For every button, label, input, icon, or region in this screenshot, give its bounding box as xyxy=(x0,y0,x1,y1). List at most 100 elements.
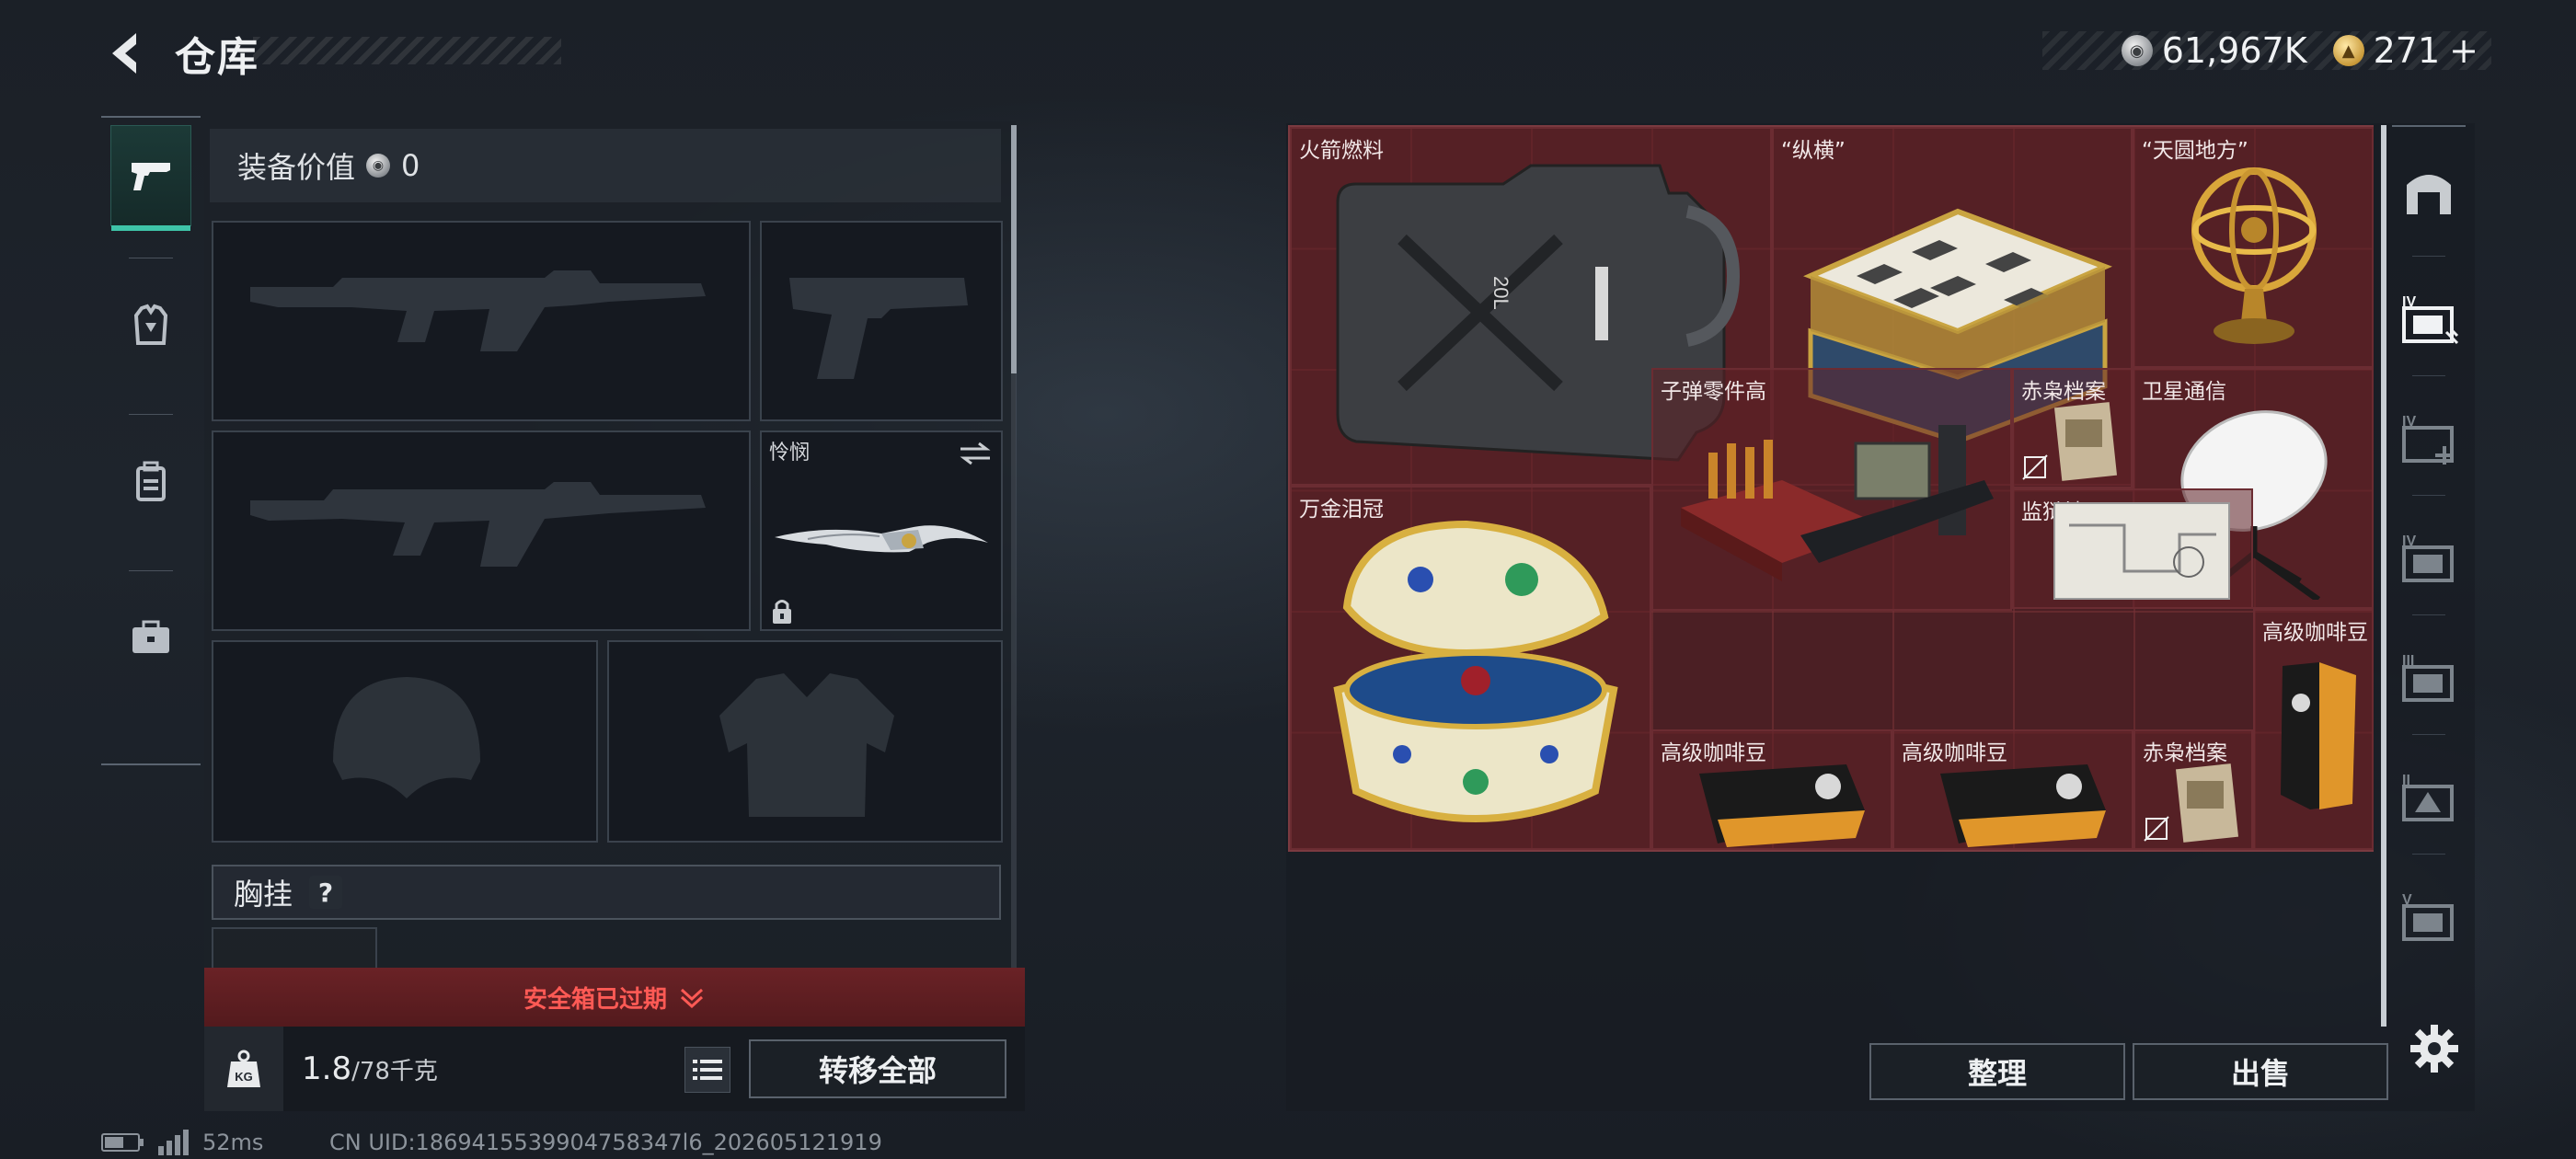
chest-rig-bar[interactable]: 胸挂 ? xyxy=(212,865,1001,920)
tab-case[interactable] xyxy=(110,587,191,688)
pistol-slot[interactable] xyxy=(760,221,1003,421)
swap-arrows-icon[interactable] xyxy=(957,440,994,467)
storage-box-icon: V xyxy=(2402,892,2454,941)
silver-currency[interactable]: ◉ 61,967K xyxy=(2121,30,2307,71)
chevron-down-icon xyxy=(680,988,704,1008)
signal-icon xyxy=(158,1130,189,1155)
equipment-scrollbar-thumb[interactable] xyxy=(1011,125,1017,373)
tab-storage-iv-1[interactable]: IV xyxy=(2392,265,2466,373)
item-label: 高级咖啡豆 xyxy=(2262,621,2368,645)
helmet-slot[interactable] xyxy=(212,640,598,843)
equipment-category-tabs xyxy=(101,116,201,765)
ping-value: 52ms xyxy=(202,1130,264,1155)
storage-box-icon: II xyxy=(2402,773,2454,821)
storage-tabs: IV IV IV III II V xyxy=(2392,125,2466,1027)
gold-add-icon[interactable]: + xyxy=(2449,30,2478,71)
storage-scrollbar-thumb[interactable] xyxy=(2381,125,2386,1027)
help-icon[interactable]: ? xyxy=(309,876,343,909)
sell-button[interactable]: 出售 xyxy=(2133,1043,2388,1100)
item-jeweled-egg[interactable]: 万金泪冠 xyxy=(1290,486,1651,850)
weight-icon-box: KG xyxy=(204,1027,283,1111)
item-premium-coffee-tall[interactable]: 高级咖啡豆 xyxy=(2253,609,2374,850)
storage-grid: 火箭燃料 20L “纵横” “天圆地方” 卫星通信 万金泪冠 子弹零件高 赤枭档… xyxy=(1288,125,2374,852)
rifle-silhouette-icon xyxy=(250,270,706,351)
chest-rig-slot[interactable] xyxy=(212,927,377,968)
warehouse-icon xyxy=(2407,175,2451,214)
coffee-bag-icon xyxy=(2281,662,2356,809)
tab-storage-iii[interactable]: III xyxy=(2392,624,2466,732)
rifle-silhouette-icon xyxy=(250,482,706,567)
armillary-sphere-icon xyxy=(2191,167,2317,344)
knife-name: 怜悯 xyxy=(769,442,811,465)
status-line: 52ms xyxy=(101,1130,263,1155)
gold-coin-icon: ▲ xyxy=(2332,35,2364,66)
equipment-value-label: 装备价值 xyxy=(237,150,356,185)
pistol-silhouette-icon xyxy=(789,278,968,379)
chest-rig-label: 胸挂 xyxy=(234,877,293,912)
tier-label: IV xyxy=(2402,414,2416,430)
item-red-owl-file[interactable]: 赤枭档案 xyxy=(2012,368,2133,488)
primary-weapon-slot-2[interactable] xyxy=(212,430,751,631)
item-label: 赤枭档案 xyxy=(2021,380,2106,404)
briefcase-icon xyxy=(132,620,169,653)
item-premium-coffee-1[interactable]: 高级咖啡豆 xyxy=(1651,729,1892,850)
primary-weapon-slot-1[interactable] xyxy=(212,221,751,421)
body-armor-slot[interactable] xyxy=(607,640,1003,843)
svg-text:20L: 20L xyxy=(1489,276,1512,310)
storage-box-icon: IV xyxy=(2402,294,2459,345)
tab-weapons[interactable] xyxy=(110,125,191,231)
karambit-knife-icon xyxy=(775,525,988,553)
storage-box-icon: III xyxy=(2402,653,2454,702)
item-prison-map[interactable]: 监狱地图 xyxy=(2012,488,2253,609)
helmet-silhouette-icon xyxy=(333,677,480,798)
item-ammo-parts[interactable]: 子弹零件高 xyxy=(1651,368,2012,611)
no-insure-icon xyxy=(2144,816,2169,842)
battery-icon xyxy=(101,1133,144,1152)
tab-storage-iv-2[interactable]: IV xyxy=(2392,384,2466,493)
weight-icon-text: KG xyxy=(235,1070,253,1084)
document-folder-icon xyxy=(2054,402,2118,481)
tier-label: III xyxy=(2402,653,2414,669)
item-armillary-sphere[interactable]: “天圆地方” xyxy=(2133,127,2374,368)
item-red-owl-file[interactable]: 赤枭档案 xyxy=(2133,729,2253,850)
tab-storage-ii[interactable]: II xyxy=(2392,743,2466,852)
weight-max: /78千克 xyxy=(351,1058,438,1085)
currency-bar: ◉ 61,967K ▲ 271 + xyxy=(2042,30,2491,71)
equipment-value-row: 装备价值 ◉ 0 xyxy=(210,129,1001,202)
tab-armor[interactable] xyxy=(110,274,191,375)
tier-label: IV xyxy=(2402,294,2416,310)
item-label: 赤枭档案 xyxy=(2143,741,2227,765)
silver-coin-icon: ◉ xyxy=(2121,35,2153,66)
weight-kg-icon: KG xyxy=(227,1050,260,1087)
gold-currency[interactable]: ▲ 271 + xyxy=(2332,30,2478,71)
backpack-icon xyxy=(136,461,166,501)
back-arrow-icon xyxy=(112,33,136,74)
storage-scrollbar[interactable] xyxy=(2381,125,2386,1027)
armor-silhouette-icon xyxy=(719,673,894,817)
tab-all-storage[interactable] xyxy=(2392,136,2466,245)
transfer-all-button[interactable]: 转移全部 xyxy=(749,1039,1006,1098)
sort-button[interactable]: 整理 xyxy=(1869,1043,2125,1100)
safe-box-expired-banner[interactable]: 安全箱已过期 xyxy=(204,968,1025,1027)
jeweled-egg-icon xyxy=(1333,520,1618,822)
map-icon xyxy=(2053,502,2230,600)
tab-backpack[interactable] xyxy=(110,430,191,532)
tab-storage-v[interactable]: V xyxy=(2392,863,2466,971)
safe-box-expired-text: 安全箱已过期 xyxy=(523,985,667,1014)
storage-box-icon: IV xyxy=(2402,534,2454,582)
lock-icon xyxy=(773,600,791,624)
tab-storage-iv-3[interactable]: IV xyxy=(2392,504,2466,613)
item-premium-coffee-2[interactable]: 高级咖啡豆 xyxy=(1892,729,2133,850)
document-folder-icon xyxy=(2176,763,2239,843)
equipment-scrollbar[interactable] xyxy=(1011,125,1017,971)
item-label: “纵横” xyxy=(1781,139,1846,163)
settings-button[interactable] xyxy=(2409,1023,2460,1074)
gear-icon xyxy=(2410,1025,2458,1073)
melee-slot[interactable]: 怜悯 xyxy=(760,430,1003,631)
back-button[interactable] xyxy=(99,26,155,81)
coffee-bag-icon xyxy=(1699,764,1865,847)
list-view-button[interactable] xyxy=(684,1047,730,1093)
tier-label: II xyxy=(2402,773,2410,788)
ammo-parts-icon xyxy=(1681,425,1994,581)
user-uid: CN UID:1869415539904758347l6_20260512191… xyxy=(329,1130,882,1155)
